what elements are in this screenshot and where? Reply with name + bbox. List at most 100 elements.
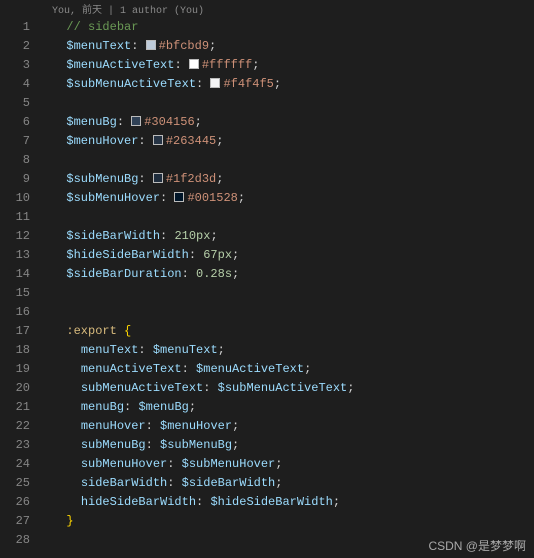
code-line[interactable]: hideSideBarWidth: $hideSideBarWidth; — [44, 493, 534, 512]
code-line[interactable]: $menuBg: #304156; — [44, 113, 534, 132]
color-swatch-icon — [153, 173, 163, 183]
token-punct: : — [138, 343, 152, 357]
token-punct: : — [124, 400, 138, 414]
token-var: $hideSideBarWidth — [66, 248, 188, 262]
code-line[interactable] — [44, 151, 534, 170]
token-var: $menuHover — [160, 419, 232, 433]
token-prop: menuText — [81, 343, 139, 357]
color-swatch-icon — [153, 135, 163, 145]
line-number: 3 — [0, 56, 30, 75]
line-number: 18 — [0, 341, 30, 360]
token-string: #001528 — [187, 191, 237, 205]
code-line[interactable]: menuBg: $menuBg; — [44, 398, 534, 417]
code-line[interactable]: $sideBarWidth: 210px; — [44, 227, 534, 246]
code-line[interactable]: // sidebar — [44, 18, 534, 37]
code-line[interactable]: menuHover: $menuHover; — [44, 417, 534, 436]
line-number: 2 — [0, 37, 30, 56]
token-punct — [117, 324, 124, 338]
token-punct: ; — [209, 39, 216, 53]
code-line[interactable]: menuActiveText: $menuActiveText; — [44, 360, 534, 379]
token-punct: : — [146, 438, 160, 452]
line-number: 15 — [0, 284, 30, 303]
line-number: 26 — [0, 493, 30, 512]
token-var: $sideBarWidth — [66, 229, 160, 243]
token-punct: : — [196, 77, 210, 91]
token-var: $sideBarWidth — [182, 476, 276, 490]
token-punct: : — [182, 362, 196, 376]
line-number: 25 — [0, 474, 30, 493]
line-number: 1 — [0, 18, 30, 37]
color-swatch-icon — [131, 116, 141, 126]
watermark: CSDN @是梦梦啊 — [428, 537, 526, 554]
code-line[interactable]: $hideSideBarWidth: 67px; — [44, 246, 534, 265]
color-swatch-icon — [146, 40, 156, 50]
line-number: 17 — [0, 322, 30, 341]
code-line[interactable]: subMenuBg: $subMenuBg; — [44, 436, 534, 455]
token-punct: ; — [232, 438, 239, 452]
code-content[interactable]: // sidebar $menuText: #bfcbd9; $menuActi… — [44, 18, 534, 550]
token-punct: ; — [232, 248, 239, 262]
token-punct: ; — [347, 381, 354, 395]
line-number: 24 — [0, 455, 30, 474]
line-number: 23 — [0, 436, 30, 455]
line-number: 11 — [0, 208, 30, 227]
line-number: 16 — [0, 303, 30, 322]
code-line[interactable]: $subMenuActiveText: #f4f4f5; — [44, 75, 534, 94]
code-line[interactable]: subMenuHover: $subMenuHover; — [44, 455, 534, 474]
token-punct: ; — [304, 362, 311, 376]
token-punct: ; — [238, 191, 245, 205]
token-string: #f4f4f5 — [223, 77, 273, 91]
token-punct: : — [131, 39, 145, 53]
token-punct: : — [117, 115, 131, 129]
token-var: $menuText — [153, 343, 218, 357]
token-var: $menuText — [66, 39, 131, 53]
token-string: #263445 — [166, 134, 216, 148]
code-line[interactable]: :export { — [44, 322, 534, 341]
code-line[interactable]: $menuActiveText: #ffffff; — [44, 56, 534, 75]
token-punct: ; — [195, 115, 202, 129]
code-line[interactable] — [44, 303, 534, 322]
token-prop: subMenuBg — [81, 438, 146, 452]
code-line[interactable]: menuText: $menuText; — [44, 341, 534, 360]
token-brace: } — [66, 514, 73, 528]
line-number: 19 — [0, 360, 30, 379]
token-punct: ; — [252, 58, 259, 72]
code-line[interactable]: sideBarWidth: $sideBarWidth; — [44, 474, 534, 493]
token-sel: :export — [66, 324, 116, 338]
color-swatch-icon — [189, 59, 199, 69]
token-prop: menuHover — [81, 419, 146, 433]
token-brace: { — [124, 324, 131, 338]
token-var: $menuHover — [66, 134, 138, 148]
code-line[interactable]: $subMenuBg: #1f2d3d; — [44, 170, 534, 189]
code-editor[interactable]: 1234567891011121314151617181920212223242… — [0, 18, 534, 550]
line-number: 14 — [0, 265, 30, 284]
token-punct: ; — [232, 419, 239, 433]
token-punct: : — [146, 419, 160, 433]
token-punct: : — [196, 495, 210, 509]
token-punct: ; — [275, 457, 282, 471]
color-swatch-icon — [174, 192, 184, 202]
line-number: 28 — [0, 531, 30, 550]
code-line[interactable] — [44, 94, 534, 113]
token-var: $subMenuHover — [66, 191, 160, 205]
code-line[interactable]: subMenuActiveText: $subMenuActiveText; — [44, 379, 534, 398]
code-line[interactable] — [44, 208, 534, 227]
code-line[interactable] — [44, 284, 534, 303]
code-line[interactable]: $menuHover: #263445; — [44, 132, 534, 151]
code-line[interactable]: $subMenuHover: #001528; — [44, 189, 534, 208]
code-line[interactable]: $sideBarDuration: 0.28s; — [44, 265, 534, 284]
token-var: $menuBg — [138, 400, 188, 414]
token-prop: subMenuHover — [81, 457, 167, 471]
line-number: 12 — [0, 227, 30, 246]
token-var: $sideBarDuration — [66, 267, 181, 281]
token-prop: menuBg — [81, 400, 124, 414]
code-line[interactable]: $menuText: #bfcbd9; — [44, 37, 534, 56]
authorship-annotation: You, 前天 | 1 author (You) — [0, 0, 534, 18]
token-var: $subMenuActiveText — [218, 381, 348, 395]
line-number: 4 — [0, 75, 30, 94]
token-punct: : — [138, 134, 152, 148]
color-swatch-icon — [210, 78, 220, 88]
code-line[interactable]: } — [44, 512, 534, 531]
token-string: #bfcbd9 — [159, 39, 209, 53]
line-number-gutter: 1234567891011121314151617181920212223242… — [0, 18, 44, 550]
